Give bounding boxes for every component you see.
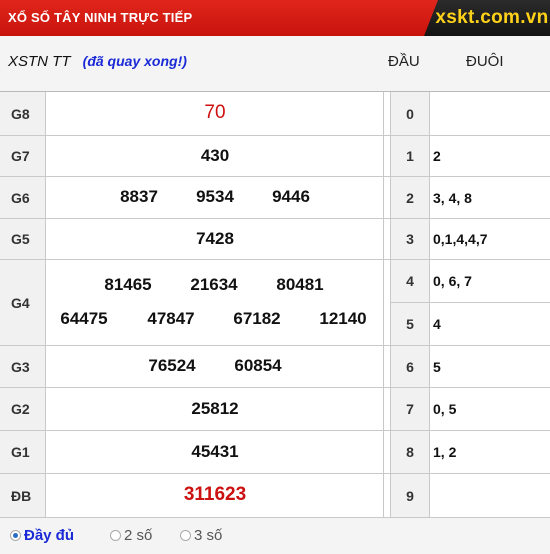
prize-numbers: 430 xyxy=(46,136,384,176)
loto-row: 2 3, 4, 8 xyxy=(390,177,550,219)
prize-label: G4 xyxy=(0,260,46,345)
loto-dau: 5 xyxy=(390,303,430,345)
prize-label: G1 xyxy=(0,431,46,473)
prize-number: 47847 xyxy=(147,309,195,328)
loto-dau: 7 xyxy=(390,388,430,430)
prize-numbers: 311623 xyxy=(46,474,384,517)
loto-row: 5 4 xyxy=(390,303,550,346)
option-2-digits[interactable]: 2 số xyxy=(110,527,152,544)
loto-duoi: 5 xyxy=(433,358,441,375)
loto-row: 7 0, 5 xyxy=(390,388,550,431)
option-full[interactable]: Đầy đủ xyxy=(10,527,74,544)
site-logo[interactable]: xskt.com.vn xyxy=(424,0,550,36)
prize-number: 25812 xyxy=(191,399,239,418)
header-title: XỔ SỐ TÂY NINH TRỰC TIẾP xyxy=(8,10,193,25)
loto-dau: 8 xyxy=(390,431,430,473)
prize-label: G7 xyxy=(0,136,46,176)
loto-dau: 0 xyxy=(390,92,430,135)
prize-numbers: 45431 xyxy=(46,431,384,473)
prize-label: G3 xyxy=(0,346,46,387)
loto-dau: 6 xyxy=(390,346,430,387)
prize-number: 67182 xyxy=(233,309,281,328)
loto-dau: 3 xyxy=(390,219,430,259)
prize-number: 430 xyxy=(200,146,230,165)
draw-status: (đã quay xong!) xyxy=(82,53,187,69)
radio-icon[interactable] xyxy=(180,530,191,541)
option-label: Đầy đủ xyxy=(24,527,75,544)
loto-duoi: 0, 5 xyxy=(433,401,457,417)
prize-numbers: 76524 60854 xyxy=(46,346,384,387)
loto-dau: 9 xyxy=(390,474,430,517)
loto-row: 6 5 xyxy=(390,346,550,388)
prize-number: 21634 xyxy=(190,275,238,294)
draw-code: XSTN TT xyxy=(8,53,71,70)
prize-number: 70 xyxy=(204,102,226,123)
prize-label: G8 xyxy=(0,92,46,135)
subheader: XSTN TT (đã quay xong!) ĐẦU ĐUÔI xyxy=(0,36,550,92)
lottery-results-widget: XỔ SỐ TÂY NINH TRỰC TIẾP xskt.com.vn XST… xyxy=(0,0,550,554)
column-header-duoi: ĐUÔI xyxy=(466,53,504,70)
display-options: Đầy đủ 2 số 3 số xyxy=(0,518,550,554)
radio-selected-icon[interactable] xyxy=(10,530,21,541)
loto-duoi xyxy=(430,92,550,135)
prize-number: 76524 xyxy=(148,356,196,375)
option-label: 3 số xyxy=(194,527,223,544)
option-3-digits[interactable]: 3 số xyxy=(180,527,222,544)
loto-duoi xyxy=(430,474,550,517)
header-bar: XỔ SỐ TÂY NINH TRỰC TIẾP xskt.com.vn xyxy=(0,0,550,36)
prize-number: 64475 xyxy=(60,309,108,328)
prize-number: 9446 xyxy=(272,187,310,206)
prize-numbers: 7428 xyxy=(46,219,384,259)
prize-number: 12140 xyxy=(319,309,367,328)
prize-number: 60854 xyxy=(234,356,282,375)
loto-duoi: 3, 4, 8 xyxy=(433,189,472,206)
draw-info: XSTN TT (đã quay xong!) xyxy=(8,53,187,70)
prize-number: 81465 xyxy=(104,275,152,294)
prize-number: 7428 xyxy=(196,229,234,248)
prize-number: 80481 xyxy=(276,275,324,294)
loto-row: 0 xyxy=(390,92,550,136)
loto-row: 3 0,1,4,4,7 xyxy=(390,219,550,260)
option-label: 2 số xyxy=(124,527,153,544)
special-prize-number: 311623 xyxy=(183,484,247,505)
prize-label: G5 xyxy=(0,219,46,259)
loto-duoi: 0,1,4,4,7 xyxy=(433,231,488,247)
radio-icon[interactable] xyxy=(110,530,121,541)
loto-duoi: 2 xyxy=(433,148,441,164)
prize-label: G2 xyxy=(0,388,46,430)
prize-numbers: 25812 xyxy=(46,388,384,430)
loto-row: 8 1, 2 xyxy=(390,431,550,474)
prize-numbers: 81465 21634 80481 64475 47847 67182 1214… xyxy=(46,260,384,345)
prize-numbers: 70 xyxy=(46,92,384,135)
prize-label: ĐB xyxy=(0,474,46,517)
loto-row: 4 0, 6, 7 xyxy=(390,260,550,303)
prize-number: 8837 xyxy=(120,187,158,206)
loto-row: 1 2 xyxy=(390,136,550,177)
loto-dau: 1 xyxy=(390,136,430,176)
prize-numbers: 8837 9534 9446 xyxy=(46,177,384,218)
prize-number: 9534 xyxy=(196,187,234,206)
loto-duoi: 1, 2 xyxy=(433,444,457,460)
loto-dau: 2 xyxy=(390,177,430,218)
prize-label: G6 xyxy=(0,177,46,218)
loto-dau: 4 xyxy=(390,260,430,302)
loto-duoi: 0, 6, 7 xyxy=(433,273,472,289)
prize-number: 45431 xyxy=(191,442,239,461)
loto-row: 9 xyxy=(390,474,550,518)
loto-duoi: 4 xyxy=(433,316,441,332)
column-header-dau: ĐẦU xyxy=(388,53,420,70)
